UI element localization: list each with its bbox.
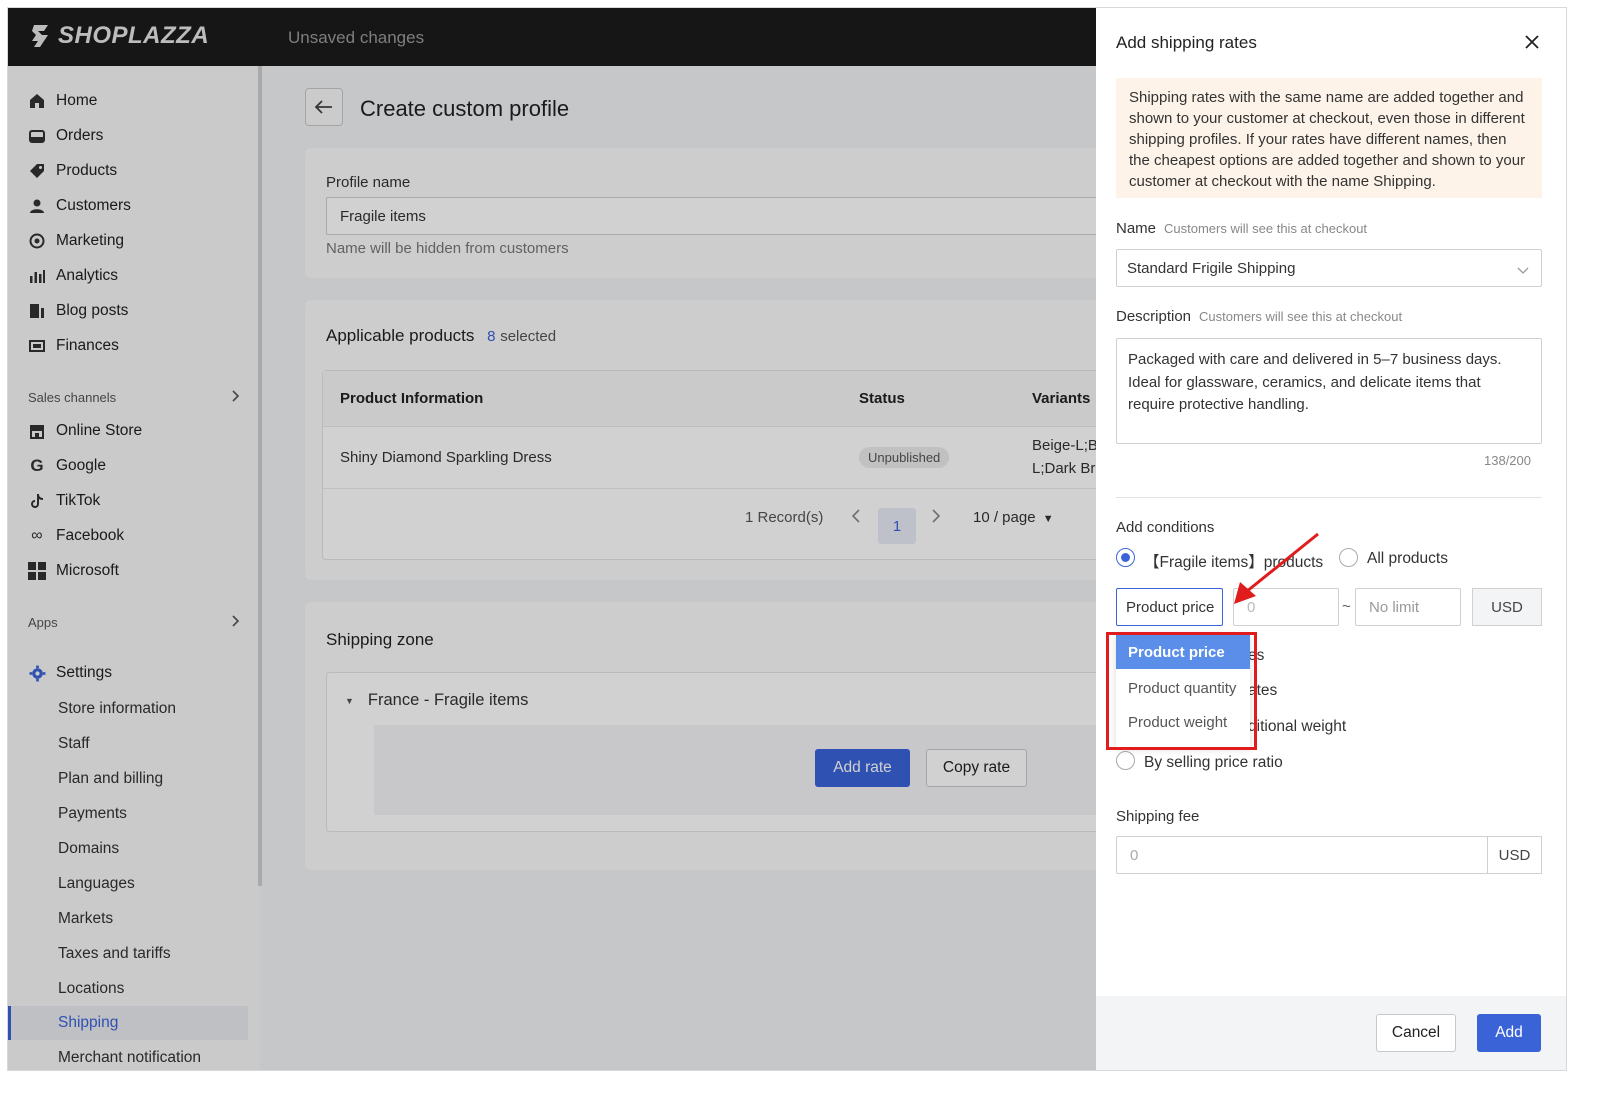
label-text: Description: [1116, 308, 1192, 325]
label-hint: Customers will see this at checkout: [1199, 309, 1403, 324]
divider: [1116, 497, 1542, 498]
radio-fragile-products[interactable]: [1116, 548, 1135, 567]
label-hint: Customers will see this at checkout: [1164, 221, 1368, 236]
drawer-footer: Cancel Add: [1096, 996, 1566, 1070]
annotation-arrow-icon: [1234, 532, 1319, 604]
shipping-fee-input[interactable]: 0: [1116, 836, 1488, 874]
condition-type-value: Product price: [1126, 598, 1215, 616]
annotation-highlight-box: [1106, 632, 1257, 750]
add-shipping-rates-drawer: Add shipping rates Shipping rates with t…: [1096, 8, 1566, 1070]
modal-overlay[interactable]: [8, 8, 1096, 1070]
radio-all-products[interactable]: [1339, 548, 1358, 567]
description-field-label: Description Customers will see this at ch…: [1116, 308, 1402, 325]
rate-name-value: Standard Frigile Shipping: [1127, 259, 1296, 277]
label-text: Name: [1116, 220, 1157, 237]
radio-label-all-products: All products: [1367, 550, 1448, 567]
radio-selling-price-ratio[interactable]: [1116, 751, 1135, 770]
close-button[interactable]: [1520, 30, 1544, 54]
condition-type-select[interactable]: Product price: [1116, 588, 1223, 626]
currency-addon: USD: [1472, 588, 1542, 626]
description-counter: 138/200: [1484, 453, 1531, 468]
conditions-label: Add conditions: [1116, 519, 1215, 536]
name-field-label: Name Customers will see this at checkout: [1116, 220, 1367, 237]
rate-name-select[interactable]: Standard Frigile Shipping: [1116, 249, 1542, 287]
close-icon: [1525, 35, 1539, 49]
drawer-title: Add shipping rates: [1116, 33, 1257, 52]
notice-banner: Shipping rates with the same name are ad…: [1116, 78, 1542, 198]
shipping-fee-label: Shipping fee: [1116, 808, 1200, 825]
radio-label-selling-price-ratio: By selling price ratio: [1144, 754, 1283, 771]
range-separator: ~: [1342, 598, 1351, 615]
fee-currency-addon: USD: [1487, 836, 1542, 874]
description-textarea[interactable]: Packaged with care and delivered in 5–7 …: [1116, 338, 1542, 444]
add-button[interactable]: Add: [1477, 1014, 1541, 1052]
chevron-down-icon: [1517, 262, 1529, 279]
hidden-option-3-tail: ditional weight: [1248, 718, 1347, 735]
condition-max-input[interactable]: No limit: [1355, 588, 1461, 626]
cancel-button[interactable]: Cancel: [1376, 1014, 1456, 1052]
app-window: SHOPLAZZA Unsaved changes Home Orders Pr…: [7, 7, 1567, 1071]
